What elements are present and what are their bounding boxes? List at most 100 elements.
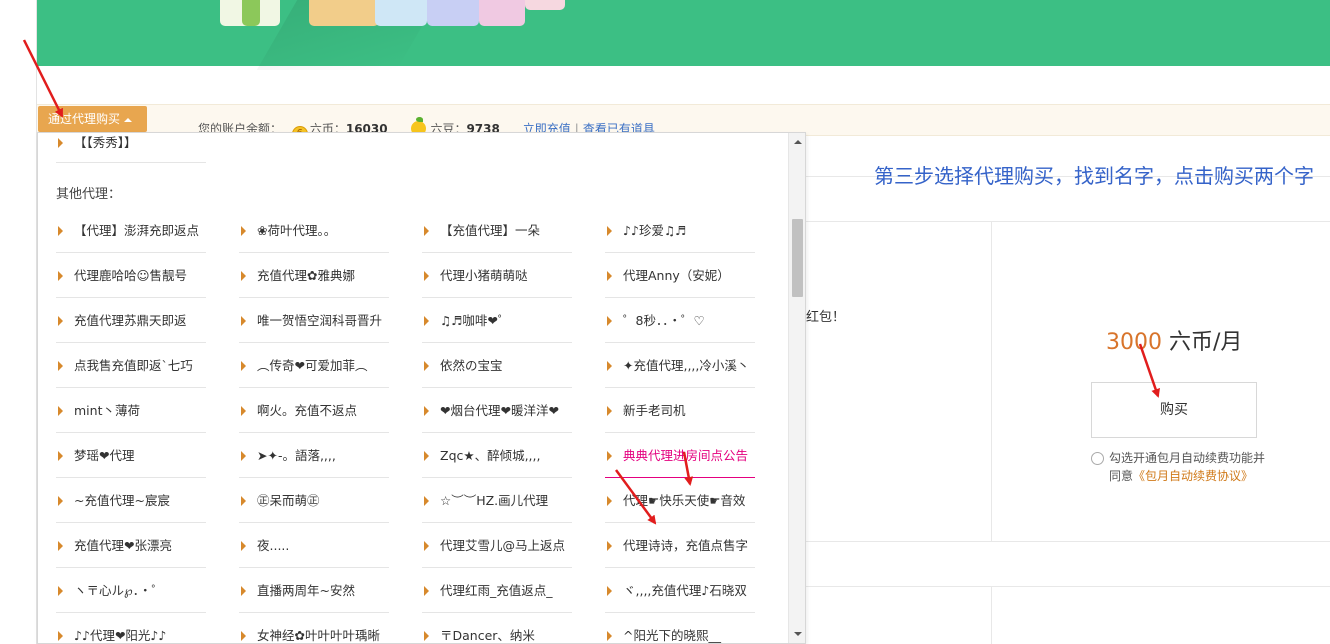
triangle-right-icon — [241, 586, 246, 596]
list-item[interactable]: 【代理】澎湃充即返点 — [56, 209, 206, 253]
list-item[interactable]: ♪♪代理❤阳光♪♪ — [56, 614, 206, 643]
list-item[interactable]: ♪♪珍爱♫♬ — [605, 209, 755, 253]
triangle-right-icon — [607, 631, 612, 641]
table-row: 唯一贺悟空润科哥晋升 — [239, 299, 389, 343]
list-item[interactable]: ゜8秒．．・゜♡ — [605, 299, 755, 343]
triangle-right-icon — [607, 271, 612, 281]
list-item[interactable]: ☆︶︶HZ.画儿代理 — [422, 479, 572, 523]
table-row: mint丶薄荷 — [56, 389, 206, 433]
agent-name: 唯一贺悟空润科哥晋升 — [257, 313, 383, 328]
agent-name: 代理红雨_充值返点_ — [440, 583, 553, 598]
banner-card — [525, 0, 565, 10]
list-item[interactable]: ㊣呆而萌㊣ — [239, 479, 389, 523]
agent-name: ~充值代理~宸宸 — [74, 493, 170, 508]
triangle-right-icon — [424, 631, 429, 641]
list-item[interactable]: ❀荷叶代理。。 — [239, 209, 389, 253]
agent-name: 依然の宝宝 — [440, 358, 503, 373]
list-item[interactable]: 〒Dancer、纳米 — [422, 614, 572, 643]
agent-name: 代理艾雪儿@马上返点 — [440, 538, 566, 553]
list-item[interactable]: 典典代理进房间点公告 — [605, 434, 755, 478]
list-item[interactable]: ^阳光下的晓熙__ — [605, 614, 755, 643]
triangle-right-icon — [58, 361, 63, 371]
list-item[interactable]: 代理☛快乐天使☛音效 — [605, 479, 755, 523]
triangle-right-icon — [607, 406, 612, 416]
buy-button[interactable]: 购买 — [1091, 382, 1257, 438]
agent-name: ︵传奇❤可爱加菲︵ — [257, 358, 368, 373]
table-row: 女神经✿叶叶叶叶瑀晰 — [239, 614, 389, 643]
table-row: ヽ〒心ル℘．・゜ — [56, 569, 206, 613]
list-item[interactable]: 【充值代理】一朵 — [422, 209, 572, 253]
scrollbar[interactable] — [788, 133, 805, 643]
agent-name: ヾ,,,,充值代理♪石晓双 — [623, 583, 747, 598]
triangle-right-icon — [607, 361, 612, 371]
triangle-right-icon — [607, 496, 612, 506]
list-item[interactable]: Zqc★、醉倾城,,,, — [422, 434, 572, 478]
list-item[interactable]: 代理Anny（安妮） — [605, 254, 755, 298]
list-item[interactable]: ヽ〒心ル℘．・゜ — [56, 569, 206, 613]
triangle-right-icon — [241, 496, 246, 506]
banner-card — [242, 0, 260, 26]
price-number: 3000 — [1106, 330, 1162, 355]
list-item[interactable]: mint丶薄荷 — [56, 389, 206, 433]
triangle-right-icon — [607, 586, 612, 596]
auto-renew-radio[interactable] — [1091, 452, 1104, 465]
agent-name: 夜..... — [257, 538, 290, 553]
list-item[interactable]: 新手老司机 — [605, 389, 755, 433]
agent-purchase-button[interactable]: 通过代理购买 — [38, 106, 147, 132]
triangle-right-icon — [607, 451, 612, 461]
agent-name: Zqc★、醉倾城,,,, — [440, 448, 541, 463]
agent-name: ❤烟台代理❤暖洋洋❤ — [440, 403, 559, 418]
list-item[interactable]: 【【秀秀】】 — [56, 133, 206, 163]
list-item[interactable]: 夜..... — [239, 524, 389, 568]
list-item[interactable]: 代理鹿哈哈☺售靓号 — [56, 254, 206, 298]
list-item[interactable]: 代理红雨_充值返点_ — [422, 569, 572, 613]
triangle-right-icon — [607, 541, 612, 551]
list-item[interactable]: ➤✦-。語落,,,, — [239, 434, 389, 478]
list-item[interactable]: ~充值代理~宸宸 — [56, 479, 206, 523]
table-row: ☆︶︶HZ.画儿代理 — [422, 479, 572, 523]
triangle-right-icon — [607, 316, 612, 326]
list-item[interactable]: ヾ,,,,充值代理♪石晓双 — [605, 569, 755, 613]
list-item[interactable]: 依然の宝宝 — [422, 344, 572, 388]
list-item[interactable]: 梦瑶❤代理 — [56, 434, 206, 478]
table-row: 梦瑶❤代理 — [56, 434, 206, 478]
agent-name: 【充值代理】一朵 — [440, 223, 541, 238]
list-item[interactable]: 点我售充值即返`七巧 — [56, 344, 206, 388]
table-row: 典典代理进房间点公告 — [605, 434, 755, 478]
content-divider — [806, 541, 1330, 542]
content-divider — [806, 586, 1330, 587]
list-item[interactable]: ︵传奇❤可爱加菲︵ — [239, 344, 389, 388]
agent-name: 〒Dancer、纳米 — [440, 628, 535, 643]
list-item[interactable]: 唯一贺悟空润科哥晋升 — [239, 299, 389, 343]
triangle-right-icon — [58, 271, 63, 281]
list-item[interactable]: 代理艾雪儿@马上返点 — [422, 524, 572, 568]
scroll-up-arrow-icon[interactable] — [789, 133, 805, 150]
agent-name: ㊣呆而萌㊣ — [257, 493, 320, 508]
agreement-link[interactable]: 《包月自动续费协议》 — [1133, 469, 1253, 483]
table-row: ♫♬咖啡❤゜ — [422, 299, 572, 343]
list-item[interactable]: ✦充值代理,,,,冷小溪丶 — [605, 344, 755, 388]
column-divider — [991, 221, 992, 541]
list-item[interactable]: 女神经✿叶叶叶叶瑀晰 — [239, 614, 389, 643]
description-fragment: 红包！ — [806, 310, 846, 325]
agent-name: 代理☛快乐天使☛音效 — [623, 493, 746, 508]
triangle-right-icon — [58, 316, 63, 326]
list-item[interactable]: ♫♬咖啡❤゜ — [422, 299, 572, 343]
list-item[interactable]: 代理小猪萌萌哒 — [422, 254, 572, 298]
table-row: Zqc★、醉倾城,,,, — [422, 434, 572, 478]
list-item[interactable]: 充值代理✿雅典娜 — [239, 254, 389, 298]
triangle-right-icon — [58, 631, 63, 641]
list-item[interactable]: 直播两周年~安然 — [239, 569, 389, 613]
triangle-right-icon — [241, 451, 246, 461]
list-item[interactable]: 代理诗诗，充值点售字 — [605, 524, 755, 568]
list-item[interactable]: 充值代理苏鼎天即返 — [56, 299, 206, 343]
table-row: 代理鹿哈哈☺售靓号 — [56, 254, 206, 298]
table-row: 直播两周年~安然 — [239, 569, 389, 613]
list-item[interactable]: 啊火。充值不返点 — [239, 389, 389, 433]
scrollbar-thumb[interactable] — [792, 219, 803, 297]
scroll-down-arrow-icon[interactable] — [789, 626, 805, 643]
table-row: ヾ,,,,充值代理♪石晓双 — [605, 569, 755, 613]
list-item[interactable]: ❤烟台代理❤暖洋洋❤ — [422, 389, 572, 433]
agent-name: ➤✦-。語落,,,, — [257, 448, 336, 463]
list-item[interactable]: 充值代理❤张漂亮 — [56, 524, 206, 568]
